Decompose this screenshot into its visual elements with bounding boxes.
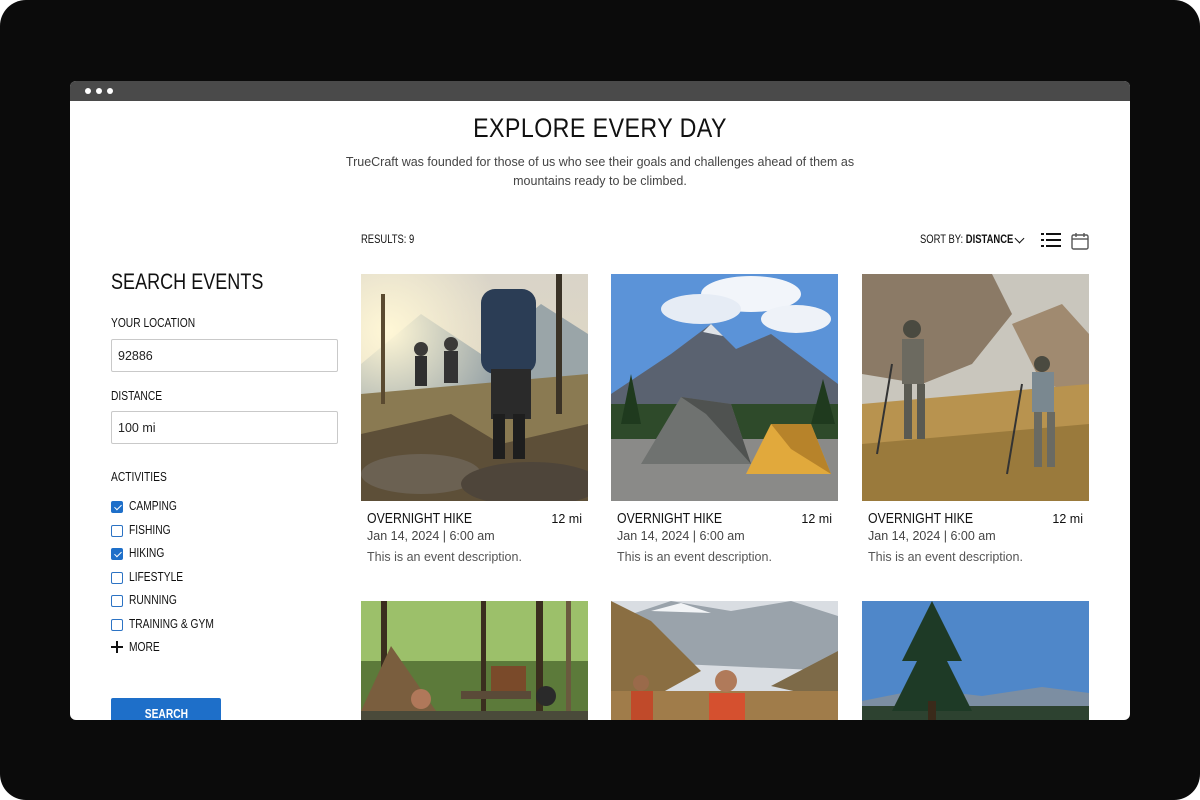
distance-input[interactable] [111,411,338,444]
activity-label-text: HIKING [129,546,165,560]
distance-label: DISTANCE [111,389,173,403]
activity-label: FISHING [129,523,180,537]
distance-label-text: DISTANCE [111,389,163,403]
window-dot-icon[interactable] [96,88,102,94]
card-description: This is an event description. [868,550,1023,564]
activities-label: ACTIVITIES [111,470,179,484]
device-frame: EXPLORE EVERY DAY TrueCraft was founded … [0,0,1200,800]
checkbox-icon[interactable] [111,572,123,584]
window-dot-icon[interactable] [85,88,91,94]
activity-label: RUNNING [129,593,187,607]
plus-icon [111,641,123,653]
list-view-icon[interactable] [1041,232,1061,248]
event-photo-tents[interactable] [611,274,838,501]
activity-label: CAMPING [129,499,187,513]
activity-label-text: LIFESTYLE [129,570,184,584]
activity-label: HIKING [129,546,172,560]
card-distance: 12 mi [1052,512,1083,526]
checkbox-icon[interactable] [111,548,123,560]
page-subtitle: TrueCraft was founded for those of us wh… [345,155,855,188]
location-input[interactable] [111,339,338,372]
results-count-text: RESULTS: 9 [361,234,415,246]
card-title-text: OVERNIGHT HIKE [617,510,723,527]
sort-value: DISTANCE [965,234,1014,246]
location-label-text: YOUR LOCATION [111,316,196,330]
page-title: EXPLORE EVERY DAY [473,113,727,143]
card-title-text: OVERNIGHT HIKE [868,510,974,527]
browser-window: EXPLORE EVERY DAY TrueCraft was founded … [70,81,1130,720]
event-photo-trekkers[interactable] [862,274,1089,501]
window-titlebar [70,81,1130,101]
card-title[interactable]: OVERNIGHT HIKE [617,510,745,527]
event-photo-hikers[interactable] [361,274,588,501]
activity-label-text: CAMPING [129,499,177,513]
card-distance: 12 mi [551,512,582,526]
activity-hiking[interactable]: HIKING [111,546,311,562]
card-description: This is an event description. [367,550,522,564]
window-dot-icon[interactable] [107,88,113,94]
more-label: MORE [129,640,167,654]
activity-label-text: FISHING [129,523,171,537]
activity-label-text: RUNNING [129,593,177,607]
page-content: EXPLORE EVERY DAY TrueCraft was founded … [70,101,1130,720]
activity-running[interactable]: RUNNING [111,593,311,609]
sort-text: SORT BY: DISTANCE [920,234,1013,246]
checkbox-icon[interactable] [111,525,123,537]
card-date: Jan 14, 2024 | 6:00 am [367,529,495,543]
card-date: Jan 14, 2024 | 6:00 am [617,529,745,543]
card-date: Jan 14, 2024 | 6:00 am [868,529,996,543]
activity-fishing[interactable]: FISHING [111,523,311,539]
activities-label-text: ACTIVITIES [111,470,167,484]
results-count: RESULTS: 9 [361,234,426,246]
card-title[interactable]: OVERNIGHT HIKE [868,510,996,527]
search-events-heading: SEARCH EVENTS [111,269,297,295]
card-title[interactable]: OVERNIGHT HIKE [367,510,495,527]
card-distance: 12 mi [801,512,832,526]
event-photo-valley[interactable] [611,601,838,720]
search-events-heading-text: SEARCH EVENTS [111,269,264,294]
calendar-icon[interactable] [1071,232,1089,250]
sort-prefix: SORT BY: [920,234,964,246]
location-label: YOUR LOCATION [111,316,214,330]
event-photo-campsite[interactable] [361,601,588,720]
checkbox-icon[interactable] [111,501,123,513]
activity-label-text: TRAINING & GYM [129,617,214,631]
checkbox-icon[interactable] [111,595,123,607]
search-button[interactable]: SEARCH [111,698,221,720]
more-activities-button[interactable]: MORE [111,640,311,656]
event-photo-pine-tree[interactable] [862,601,1089,720]
search-button-label: SEARCH [144,707,188,720]
more-label-text: MORE [129,640,160,654]
checkbox-icon[interactable] [111,619,123,631]
activity-lifestyle[interactable]: LIFESTYLE [111,570,311,586]
card-title-text: OVERNIGHT HIKE [367,510,473,527]
activity-training-gym[interactable]: TRAINING & GYM [111,617,311,633]
card-description: This is an event description. [617,550,772,564]
activity-label: TRAINING & GYM [129,617,232,631]
activity-camping[interactable]: CAMPING [111,499,311,515]
activity-label: LIFESTYLE [129,570,195,584]
